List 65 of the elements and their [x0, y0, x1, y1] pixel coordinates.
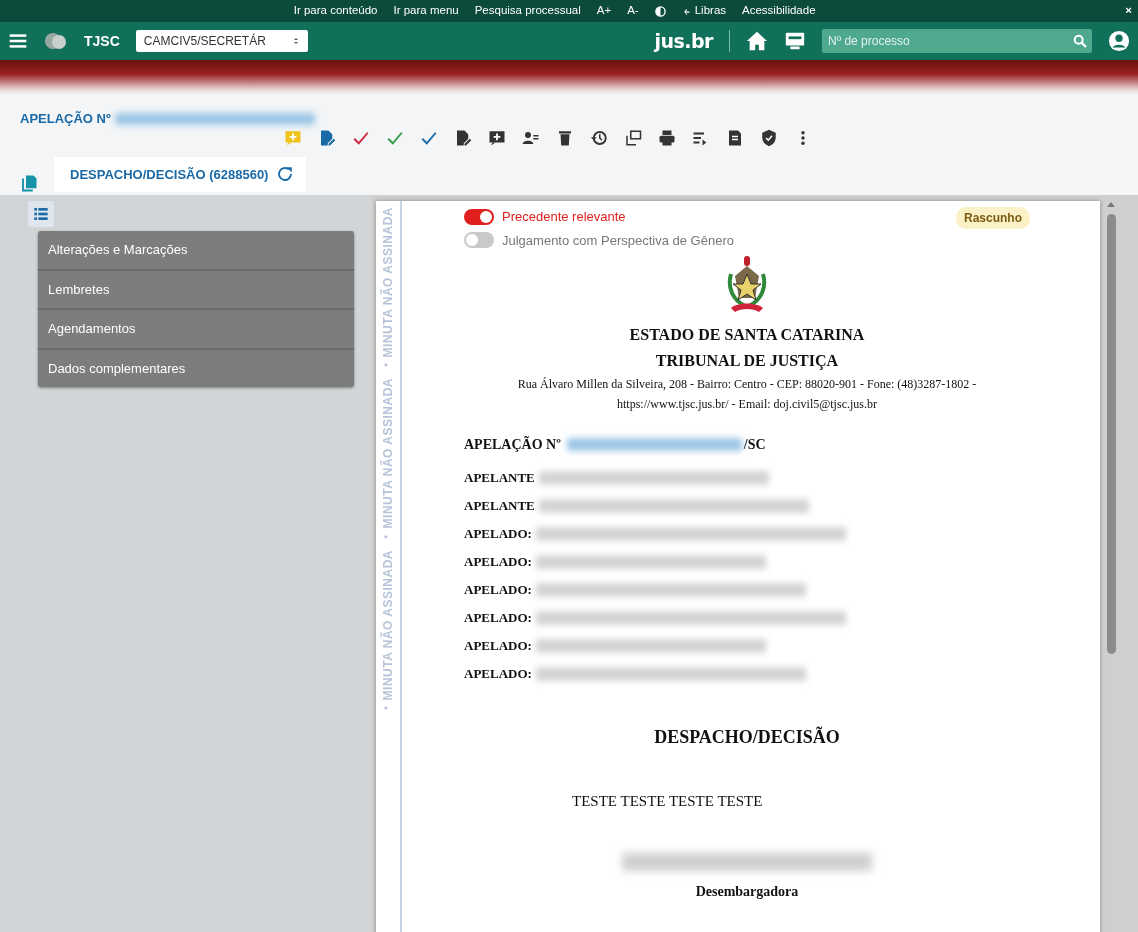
shield-icon[interactable] [760, 128, 778, 147]
party-label: APELADO: [464, 553, 532, 572]
toggle-switch[interactable] [464, 208, 494, 225]
search-button[interactable] [1068, 29, 1092, 53]
party-label: APELADO: [464, 581, 532, 600]
document-title: DESPACHO/DECISÃO [653, 725, 841, 749]
search-field[interactable]: Nº de processo [822, 29, 1068, 53]
nav-link-text[interactable]: Ir para conteúdo [293, 2, 378, 20]
list-toggle-button[interactable] [28, 201, 54, 227]
heading-text: ESTADO DE SANTA CATARINA [628, 325, 866, 345]
scroll-up-icon[interactable] [1107, 201, 1115, 208]
list-icon [33, 206, 49, 222]
party-label: APELADO: [464, 525, 532, 544]
case-number-label: APELAÇÃO Nº [464, 435, 561, 454]
history-icon[interactable] [590, 128, 608, 147]
party-label: APELADO: [464, 637, 532, 656]
refresh-icon[interactable] [276, 165, 295, 184]
font-size-link[interactable]: A+ [596, 2, 612, 20]
status-badge: Rascunho [956, 207, 1030, 229]
copy-documents-icon[interactable] [20, 174, 38, 192]
copy-windows-icon[interactable] [624, 128, 642, 147]
menu-item[interactable]: Agendamentos [38, 308, 354, 348]
stamp-text: MINUTA NÃO ASSINADA [379, 206, 396, 360]
nav-link-text[interactable]: Ir para menu [393, 2, 459, 20]
print-icon[interactable] [658, 128, 676, 147]
trash-icon[interactable] [556, 128, 574, 147]
party-label: APELADO: [464, 665, 532, 684]
nav-link-text[interactable]: Pesquisa processual [474, 2, 581, 20]
menu-icon[interactable] [8, 31, 28, 51]
comment-plus-icon[interactable] [488, 128, 506, 147]
stamp-text: MINUTA NÃO ASSINADA [379, 548, 396, 703]
monitor-icon[interactable] [784, 30, 806, 52]
home-icon[interactable] [746, 30, 768, 52]
court-name: TJSC [84, 31, 120, 51]
edit-document-icon[interactable] [318, 128, 336, 147]
case-number-suffix: /SC [743, 435, 766, 454]
accessibility-link[interactable]: Acessibilidade [742, 2, 816, 20]
edit-document-icon[interactable] [454, 128, 472, 147]
toggle-label: Julgamento com Perspectiva de Gênero [502, 231, 734, 250]
close-button[interactable]: × [1125, 2, 1132, 20]
case-title: APELAÇÃO Nº [20, 110, 111, 128]
brand-logo: jus.br [654, 28, 713, 54]
menu-item[interactable]: Lembretes [38, 268, 354, 308]
menu-item[interactable]: Dados complementares [38, 347, 354, 387]
toggle-label: Precedente relevante [502, 208, 626, 226]
party-label: APELANTE [464, 469, 535, 488]
menu-item[interactable]: Alterações e Marcações [38, 231, 354, 269]
user-icon[interactable] [1108, 30, 1130, 52]
contrast-icon[interactable] [654, 5, 666, 17]
unit-select[interactable]: CAMCIV5/SECRETÁR [135, 30, 308, 52]
stamp-text: MINUTA NÃO ASSINADA [379, 377, 396, 531]
body-text: TESTE TESTE TESTE TESTE [572, 792, 764, 811]
address-text: Rua Álvaro Millen da Silveira, 208 - Bairro: Centro - CEP: 88020-901 - Fone: (48)3287-1802 - [516, 376, 978, 393]
document-tab[interactable]: DESPACHO/DECISÃO (6288560) [54, 156, 307, 192]
party-label: APELADO: [464, 609, 532, 628]
font-size-link[interactable]: A- [627, 2, 639, 20]
heading-text: TRIBUNAL DE JUSTIÇA [654, 351, 840, 372]
document-icon[interactable] [726, 128, 744, 147]
libras-link[interactable]: Libras [681, 2, 727, 20]
search-icon [1072, 33, 1088, 49]
divider-line [729, 30, 730, 52]
toggle-switch[interactable] [464, 232, 494, 249]
signer-role: Desembargadora [694, 882, 800, 901]
address-text: https://www.tjsc.jus.br/ - Email: doj.civil5@tjsc.jus.br [616, 396, 878, 413]
party-label: APELANTE [464, 497, 535, 516]
